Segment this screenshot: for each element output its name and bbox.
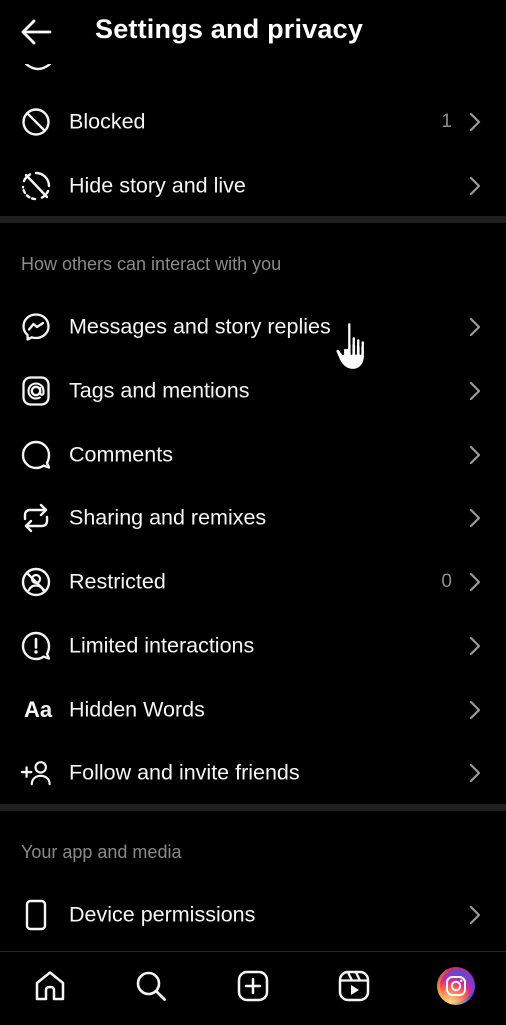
row-label: Comments [69,442,173,467]
section-divider [0,216,506,223]
row-count: 1 [441,111,452,132]
nav-home-button[interactable] [28,964,72,1008]
settings-row-blocked[interactable]: Blocked 1 [0,90,506,154]
page-title: Settings and privacy [95,14,364,44]
restricted-icon [20,566,52,598]
chevron-right-icon [468,507,482,529]
blocked-icon [20,106,52,138]
chevron-right-icon [468,904,482,926]
row-label: Hide story and live [69,173,246,198]
chevron-right-icon [468,111,482,133]
home-icon [33,969,67,1003]
at-sign-icon [20,375,52,407]
bottom-navigation-bar [0,951,506,1025]
hide-story-icon [20,170,52,202]
settings-row-restricted[interactable]: Restricted 0 [0,550,506,614]
instagram-logo-icon [440,970,472,1002]
top-bar: Settings and privacy [0,0,506,64]
hand-pointer-cursor-icon [333,318,383,378]
hidden-words-icon: Aa [23,697,53,722]
phone-device-icon [20,899,52,931]
row-label: Limited interactions [69,633,255,658]
comment-bubble-icon [20,439,52,471]
settings-row-device-permissions[interactable]: Device permissions [0,883,506,947]
reels-icon [337,969,371,1003]
chevron-right-icon [468,444,482,466]
row-label: Tags and mentions [69,378,250,403]
row-label: Blocked [69,109,146,134]
chevron-right-icon [468,175,482,197]
section-title: How others can interact with you [21,254,282,274]
row-label: Device permissions [69,902,256,927]
settings-row-tags[interactable]: Tags and mentions [0,359,506,423]
plus-square-icon [236,969,270,1003]
chevron-right-icon [468,316,482,338]
avatar [437,967,475,1005]
chevron-right-icon [468,699,482,721]
nav-search-button[interactable] [129,964,173,1008]
section-divider [0,804,506,811]
search-icon [134,969,168,1003]
settings-row-hide-story[interactable]: Hide story and live [0,154,506,218]
share-remix-icon [20,502,52,534]
row-label: Messages and story replies [69,314,331,339]
settings-row-sharing[interactable]: Sharing and remixes [0,486,506,550]
back-arrow-icon [20,19,52,45]
settings-row-follow-invite[interactable]: Follow and invite friends [0,741,506,805]
nav-profile-button[interactable] [434,964,478,1008]
chevron-right-icon [468,380,482,402]
section-title: Your app and media [21,842,182,862]
row-label: Follow and invite friends [69,760,300,785]
row-label: Restricted [69,569,166,594]
nav-create-button[interactable] [231,964,275,1008]
chevron-right-icon [468,762,482,784]
add-person-icon [20,757,52,789]
nav-reels-button[interactable] [332,964,376,1008]
row-label: Hidden Words [69,697,205,722]
row-label: Sharing and remixes [69,505,267,530]
settings-row-messages[interactable]: Messages and story replies [0,295,506,359]
messenger-icon [20,311,52,343]
back-button[interactable] [14,12,58,52]
settings-row-hidden-words[interactable]: Aa Hidden Words [0,678,506,742]
chevron-right-icon [468,571,482,593]
settings-row-comments[interactable]: Comments [0,423,506,487]
limited-interactions-icon [20,630,52,662]
chevron-right-icon [468,635,482,657]
row-count: 0 [441,571,452,592]
settings-row-limited[interactable]: Limited interactions [0,614,506,678]
